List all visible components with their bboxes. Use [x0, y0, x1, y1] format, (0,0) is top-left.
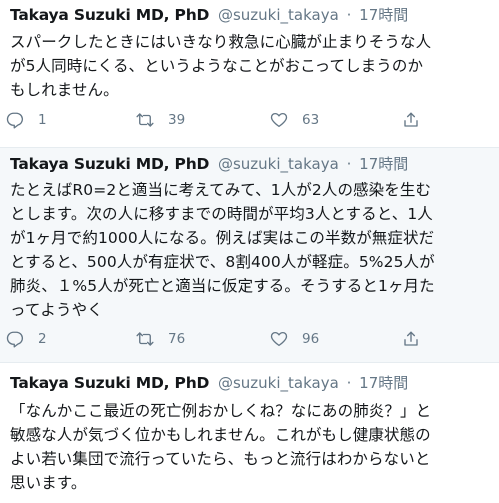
tweet-text-line: たとえばR0=2と適当に考えてみて、1人が2人の感染を生む [10, 181, 432, 199]
reply-count: 1 [38, 112, 47, 128]
tweet-text-line: スパークしたときにはいきなり救急に心臓が止まりそうな人 [10, 33, 432, 51]
separator-dot: · [346, 374, 352, 392]
tweet-text-line: とすると、500人が有症状で、8割400人が軽症。5%25人が [10, 253, 435, 271]
separator-dot: · [346, 155, 352, 173]
tweet-header: Takaya Suzuki MD, PhD @suzuki_takaya · 1… [10, 373, 491, 393]
retweet-button[interactable]: 39 [136, 106, 185, 134]
tweet-text: たとえばR0=2と適当に考えてみて、1人が2人の感染を生む とします。次の人に移… [10, 178, 493, 322]
tweet[interactable]: Takaya Suzuki MD, PhD @suzuki_takaya · 1… [0, 363, 499, 503]
tweet-text-line: 思います。 [10, 474, 87, 492]
reply-button[interactable]: 2 [6, 325, 47, 353]
reply-count: 2 [38, 331, 47, 347]
tweet-text-line: 肺炎、１%5人が死亡と適当に仮定する。そうすると1ヶ月た [10, 277, 435, 295]
like-button[interactable]: 96 [270, 325, 319, 353]
author-handle[interactable]: @suzuki_takaya [218, 374, 339, 392]
timestamp[interactable]: 17時間 [359, 6, 408, 24]
retweet-button[interactable]: 76 [136, 325, 185, 353]
author-handle[interactable]: @suzuki_takaya [218, 155, 339, 173]
separator-dot: · [346, 6, 352, 24]
reply-icon [6, 331, 24, 348]
tweet-text-line: よい若い集団で流行っていたら、もっと流行はわからないと [10, 450, 431, 468]
tweet-text-line: が5人同時にくる、というようなことがおこってしまうのか [10, 57, 424, 75]
author-name[interactable]: Takaya Suzuki MD, PhD [10, 374, 209, 392]
retweet-count: 39 [168, 112, 186, 128]
tweet-text-line: もしれません。 [10, 81, 119, 99]
retweet-icon [136, 332, 154, 346]
tweet-text-line: 敏感な人が気づく位かもしれません。これがもし健康状態の [10, 426, 431, 444]
tweet-text: スパークしたときにはいきなり救急に心臓が止まりそうな人 が5人同時にくる、という… [10, 30, 493, 102]
tweet-text-line: ってようやく [10, 301, 103, 319]
tweet[interactable]: Takaya Suzuki MD, PhD @suzuki_takaya · 1… [0, 148, 499, 363]
author-name[interactable]: Takaya Suzuki MD, PhD [10, 6, 209, 24]
tweet-header: Takaya Suzuki MD, PhD @suzuki_takaya · 1… [10, 154, 491, 174]
like-count: 96 [302, 331, 320, 347]
tweet-text-line: が1ヶ月で約1000人になる。例えば実はこの半数が無症状だ [10, 229, 435, 247]
heart-icon [270, 112, 288, 128]
retweet-icon [136, 113, 154, 127]
reply-icon [6, 112, 24, 129]
heart-icon [270, 331, 288, 347]
reply-button[interactable]: 1 [6, 106, 47, 134]
author-handle[interactable]: @suzuki_takaya [218, 6, 339, 24]
tweet-text-line: とします。次の人に移すまでの時間が平均3人とすると、1人 [10, 205, 433, 223]
tweet-text: 「なんかここ最近の死亡例おかしくね？なにあの肺炎？」と 敏感な人が気づく位かもし… [10, 399, 493, 495]
retweet-count: 76 [168, 331, 186, 347]
share-button[interactable] [402, 325, 420, 353]
tweet-timeline: Takaya Suzuki MD, PhD @suzuki_takaya · 1… [0, 0, 499, 503]
share-icon [404, 331, 418, 346]
author-name[interactable]: Takaya Suzuki MD, PhD [10, 155, 209, 173]
tweet-actions: 1 39 63 [6, 106, 491, 134]
timestamp[interactable]: 17時間 [359, 155, 408, 173]
tweet-text-line: 「なんかここ最近の死亡例おかしくね？なにあの肺炎？」と [10, 402, 432, 420]
tweet[interactable]: Takaya Suzuki MD, PhD @suzuki_takaya · 1… [0, 0, 499, 148]
timestamp[interactable]: 17時間 [359, 374, 408, 392]
share-button[interactable] [402, 106, 420, 134]
like-button[interactable]: 63 [270, 106, 319, 134]
tweet-actions: 2 76 96 [6, 325, 491, 353]
share-icon [404, 112, 418, 127]
tweet-header: Takaya Suzuki MD, PhD @suzuki_takaya · 1… [10, 5, 491, 25]
like-count: 63 [302, 112, 320, 128]
